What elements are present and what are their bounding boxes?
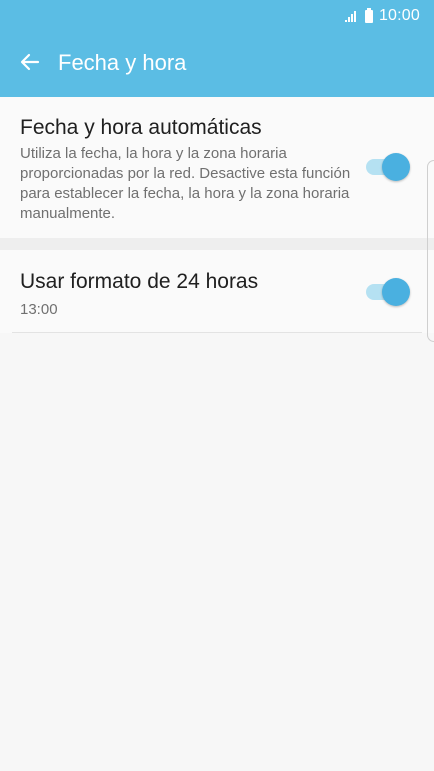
status-bar: 10:00	[344, 6, 420, 26]
arrow-left-icon	[20, 53, 40, 71]
settings-list: Fecha y hora automáticas Utiliza la fech…	[0, 97, 434, 333]
toggle-thumb	[382, 278, 410, 306]
setting-summary: 13:00	[20, 301, 58, 318]
battery-icon	[364, 7, 373, 23]
automatic-date-time-toggle[interactable]	[364, 153, 410, 181]
toggle-thumb	[382, 153, 410, 181]
divider	[12, 332, 422, 333]
status-time: 10:00	[378, 7, 420, 24]
section-divider	[0, 238, 434, 250]
signal-icon	[344, 11, 356, 22]
setting-description: Utiliza la fecha, la hora y la zona hora…	[20, 145, 351, 222]
setting-title: Usar formato de 24 horas	[20, 270, 259, 293]
setting-title: Fecha y hora automáticas	[20, 116, 262, 139]
setting-automatic-date-time[interactable]: Fecha y hora automáticas Utiliza la fech…	[0, 97, 434, 238]
setting-24-hour-format[interactable]: Usar formato de 24 horas 13:00	[0, 250, 434, 333]
app-bar: 10:00 Fecha y hora	[0, 0, 434, 97]
24-hour-format-toggle[interactable]	[364, 278, 410, 306]
back-button[interactable]	[18, 50, 42, 74]
edge-panel-handle[interactable]	[427, 160, 434, 342]
page-title: Fecha y hora	[58, 50, 187, 75]
